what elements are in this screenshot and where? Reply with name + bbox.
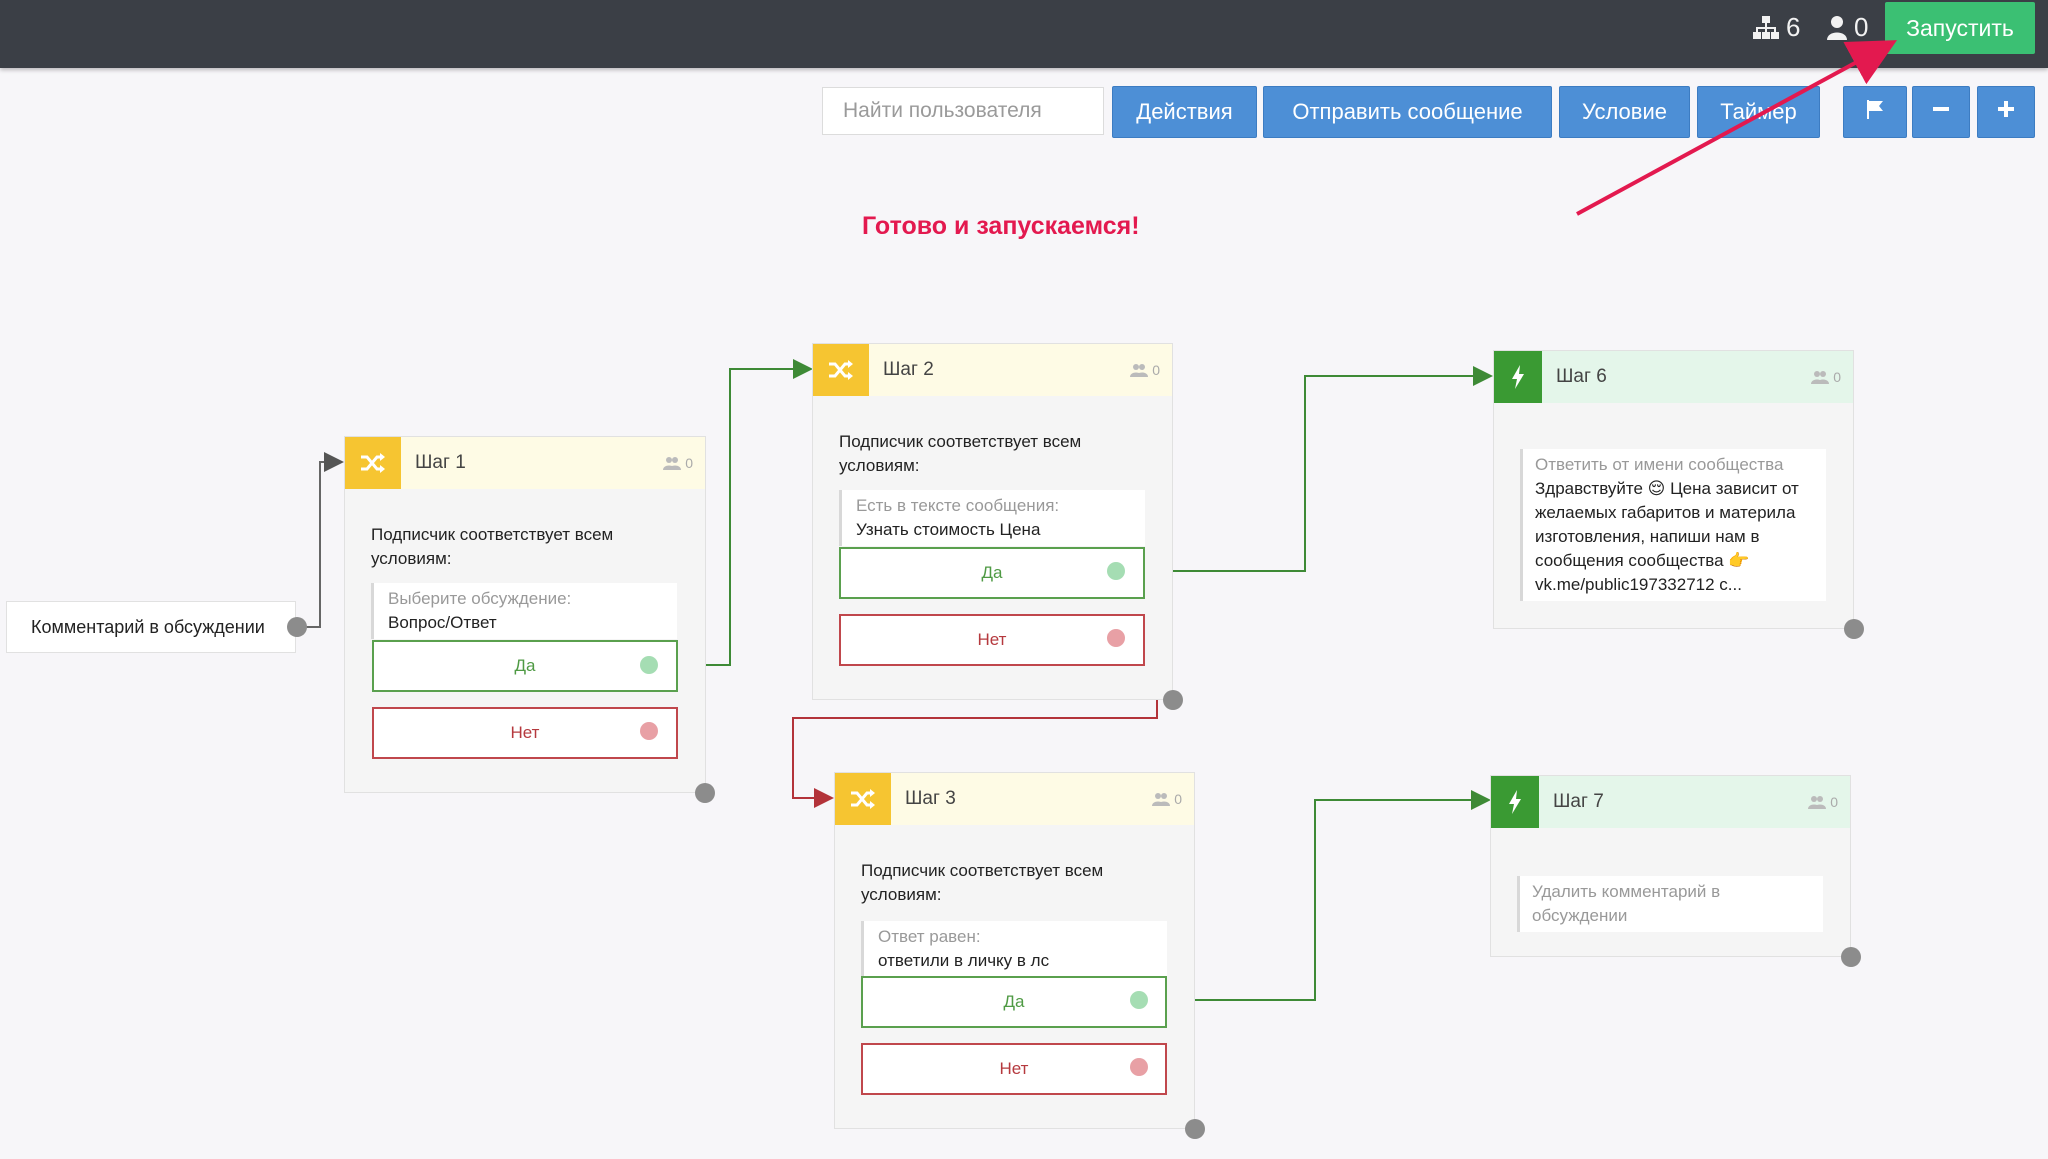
step-2-title: Шаг 2 <box>883 359 934 380</box>
step-3-no-button[interactable]: Нет <box>861 1043 1167 1095</box>
trigger-label: Комментарий в обсуждении <box>31 616 265 637</box>
step-7-message: Удалить комментарий в обсуждении <box>1517 876 1823 932</box>
step-2-subscribers: 0 <box>1130 362 1160 378</box>
step-3-title: Шаг 3 <box>905 788 956 809</box>
step-2-yes-port[interactable] <box>1107 562 1125 580</box>
step-3-yes-port[interactable] <box>1130 991 1148 1009</box>
users-icon <box>663 457 682 470</box>
step-2-no-button[interactable]: Нет <box>839 614 1145 666</box>
step-6-header: Шаг 6 0 <box>1494 351 1853 403</box>
step-1-yes-port[interactable] <box>640 656 658 674</box>
step-7-header: Шаг 7 0 <box>1491 776 1850 828</box>
connector-step3-yes-step7 <box>1149 790 1491 1001</box>
step-3-output-port[interactable] <box>1185 1119 1205 1139</box>
step-1-title: Шаг 1 <box>415 452 466 473</box>
step-7-output-port[interactable] <box>1841 947 1861 967</box>
users-icon <box>1152 793 1171 806</box>
connector-step2-yes-step6 <box>1140 366 1493 572</box>
lightning-icon <box>1491 776 1539 828</box>
step-2-header: Шаг 2 0 <box>813 344 1172 396</box>
step-1-output-port[interactable] <box>695 783 715 803</box>
step-2-yes-button[interactable]: Да <box>839 547 1145 599</box>
lightning-icon <box>1494 351 1542 403</box>
step-7-subscribers: 0 <box>1808 794 1838 810</box>
step-6-node[interactable]: Шаг 6 0 Ответить от имени сообщества Здр… <box>1493 350 1854 629</box>
step-3-condition-text: Подписчик соответствует всем условиям: <box>861 861 1104 904</box>
step-1-no-button[interactable]: Нет <box>372 707 678 759</box>
step-3-subscribers: 0 <box>1152 791 1182 807</box>
step-6-message: Ответить от имени сообщества Здравствуйт… <box>1520 449 1826 601</box>
connector-trigger-step1 <box>296 452 344 628</box>
step-1-header: Шаг 1 0 <box>345 437 705 489</box>
trigger-node[interactable]: Комментарий в обсуждении <box>6 601 296 653</box>
users-icon <box>1808 796 1827 809</box>
step-6-output-port[interactable] <box>1844 619 1864 639</box>
step-6-title: Шаг 6 <box>1556 366 1607 387</box>
step-1-no-port[interactable] <box>640 722 658 740</box>
step-7-node[interactable]: Шаг 7 0 Удалить комментарий в обсуждении <box>1490 775 1851 957</box>
step-2-no-port[interactable] <box>1107 629 1125 647</box>
step-1-yes-button[interactable]: Да <box>372 640 678 692</box>
step-1-condition: Выберите обсуждение: Вопрос/Ответ <box>371 583 677 639</box>
step-2-output-port[interactable] <box>1163 690 1183 710</box>
step-2-condition-text: Подписчик соответствует всем условиям: <box>839 432 1082 475</box>
step-3-no-port[interactable] <box>1130 1058 1148 1076</box>
shuffle-icon <box>345 437 401 489</box>
trigger-output-port[interactable] <box>287 617 307 637</box>
step-1-condition-text: Подписчик соответствует всем условиям: <box>371 525 614 568</box>
users-icon <box>1130 364 1149 377</box>
shuffle-icon <box>813 344 869 396</box>
step-3-header: Шаг 3 0 <box>835 773 1194 825</box>
step-2-condition: Есть в тексте сообщения: Узнать стоимост… <box>839 490 1145 546</box>
annotation-arrow <box>1576 40 1898 216</box>
step-1-subscribers: 0 <box>663 455 693 471</box>
step-7-title: Шаг 7 <box>1553 791 1604 812</box>
step-6-subscribers: 0 <box>1811 369 1841 385</box>
step-3-yes-button[interactable]: Да <box>861 976 1167 1028</box>
step-3-condition: Ответ равен: ответили в личку в лс <box>861 921 1167 977</box>
shuffle-icon <box>835 773 891 825</box>
users-icon <box>1811 371 1830 384</box>
